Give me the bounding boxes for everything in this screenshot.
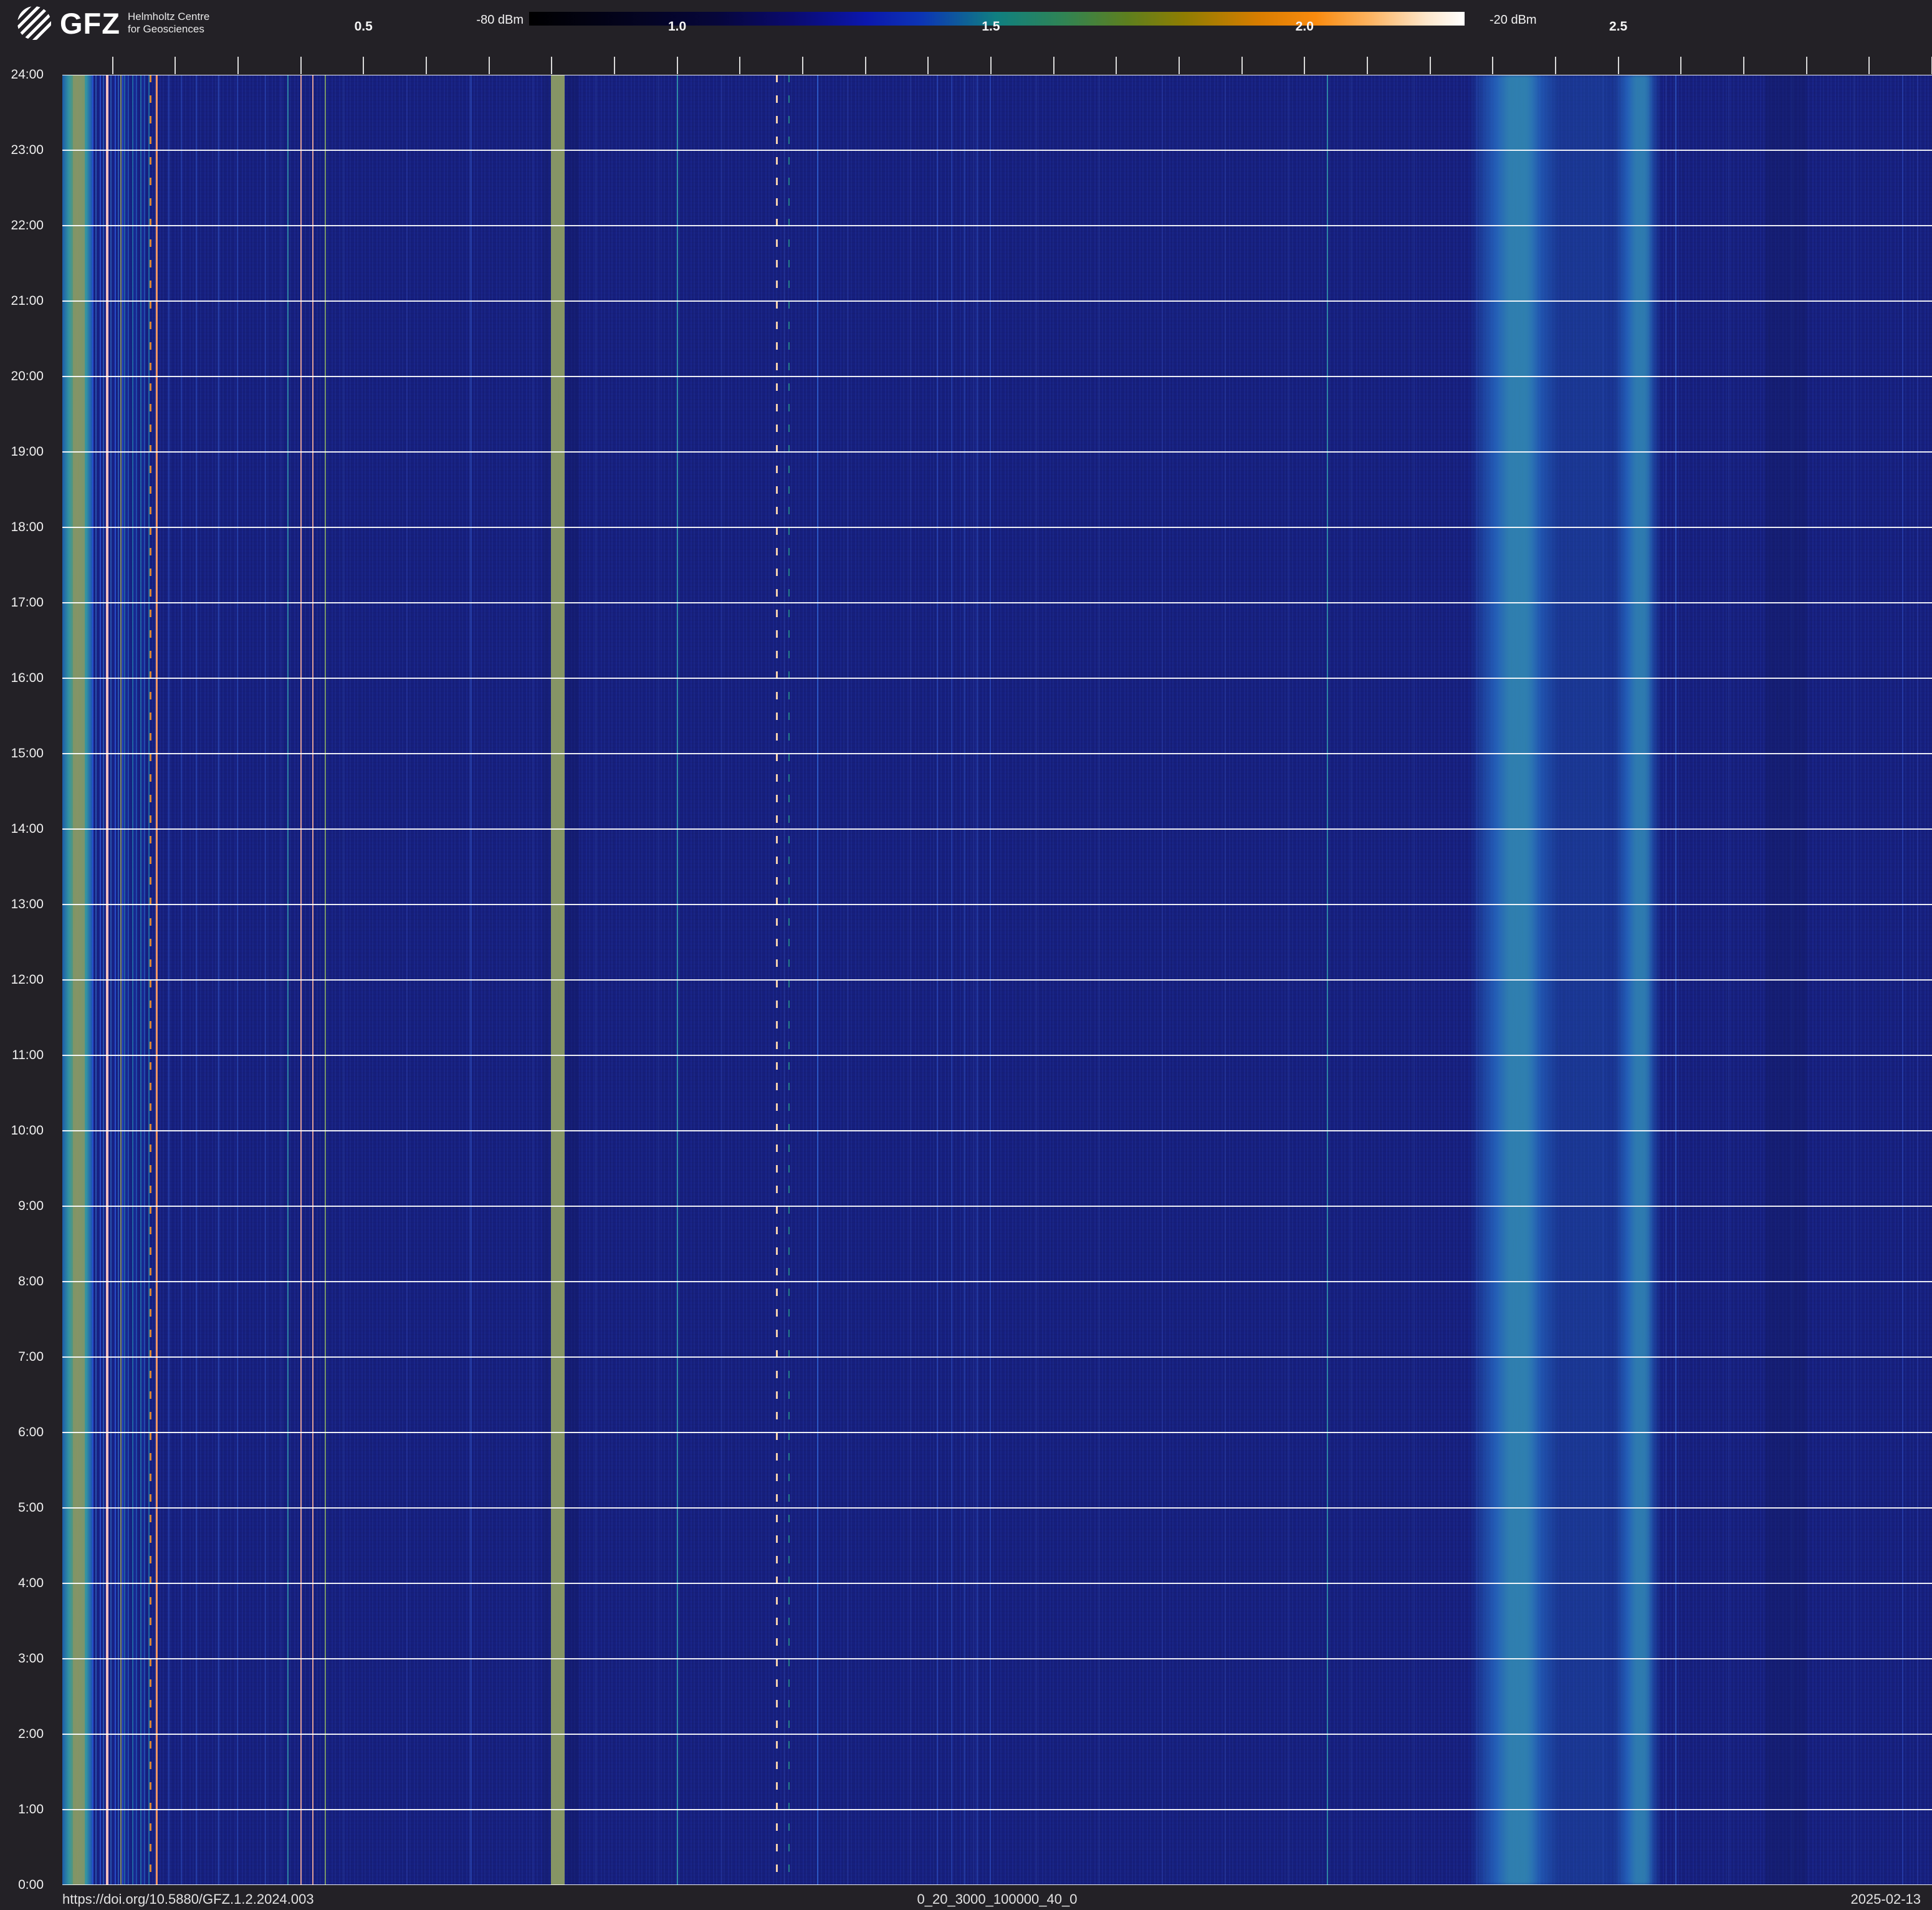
hour-gridline-20:00 <box>62 376 1932 377</box>
freq-tick-1.4 <box>927 57 929 74</box>
spectrogram-canvas <box>62 75 1932 1885</box>
plot-date: 2025-02-13 <box>1850 1891 1921 1908</box>
dataset-filename: 0_20_3000_100000_40_0 <box>62 1891 1932 1908</box>
freq-tick-1.7 <box>1116 57 1117 74</box>
freq-label-1.0: 1.0 <box>668 19 686 34</box>
time-label-23:00: 23:00 <box>11 143 44 158</box>
hour-gridline-5:00 <box>62 1507 1932 1509</box>
freq-tick-2.7 <box>1743 57 1744 74</box>
hour-gridline-11:00 <box>62 1055 1932 1056</box>
hour-gridline-22:00 <box>62 225 1932 226</box>
time-label-12:00: 12:00 <box>11 972 44 987</box>
time-label-6:00: 6:00 <box>18 1425 44 1440</box>
spectrogram-screen: GFZ Helmholtz Centre for Geosciences -80… <box>0 0 1932 1910</box>
time-label-2:00: 2:00 <box>18 1727 44 1742</box>
time-label-5:00: 5:00 <box>18 1500 44 1515</box>
freq-label-0.5: 0.5 <box>355 19 373 34</box>
time-label-9:00: 9:00 <box>18 1199 44 1214</box>
time-label-21:00: 21:00 <box>11 294 44 309</box>
freq-tick-2.8 <box>1806 57 1807 74</box>
hour-gridline-21:00 <box>62 300 1932 302</box>
footer: https://doi.org/10.5880/GFZ.1.2.2024.003… <box>0 1888 1932 1910</box>
freq-tick-0.8 <box>551 57 552 74</box>
freq-label-1.5: 1.5 <box>982 19 1000 34</box>
freq-tick-2.4 <box>1555 57 1556 74</box>
freq-tick-0.5 <box>363 57 364 74</box>
time-label-10:00: 10:00 <box>11 1123 44 1138</box>
hour-gridline-18:00 <box>62 527 1932 528</box>
freq-tick-1.6 <box>1053 57 1054 74</box>
time-label-24:00: 24:00 <box>11 67 44 82</box>
freq-tick-2.1 <box>1367 57 1368 74</box>
time-label-13:00: 13:00 <box>11 897 44 912</box>
freq-tick-1.8 <box>1179 57 1180 74</box>
freq-tick-1.2 <box>802 57 803 74</box>
time-label-22:00: 22:00 <box>11 218 44 233</box>
freq-tick-2.9 <box>1868 57 1870 74</box>
time-label-8:00: 8:00 <box>18 1274 44 1289</box>
time-label-15:00: 15:00 <box>11 746 44 761</box>
time-label-14:00: 14:00 <box>11 822 44 837</box>
freq-tick-2.3 <box>1492 57 1493 74</box>
hour-gridline-0:00 <box>62 1884 1932 1885</box>
time-label-1:00: 1:00 <box>18 1802 44 1817</box>
hour-gridline-2:00 <box>62 1734 1932 1735</box>
hour-gridline-1:00 <box>62 1809 1932 1810</box>
freq-tick-2.0 <box>1304 57 1305 74</box>
hour-gridline-17:00 <box>62 602 1932 603</box>
freq-tick-0.9 <box>614 57 615 74</box>
time-label-4:00: 4:00 <box>18 1576 44 1591</box>
time-label-19:00: 19:00 <box>11 444 44 459</box>
freq-tick-0.7 <box>489 57 490 74</box>
hour-gridline-23:00 <box>62 150 1932 151</box>
hour-gridline-16:00 <box>62 678 1932 679</box>
time-axis: 24:0023:0022:0021:0020:0019:0018:0017:00… <box>0 75 61 1885</box>
freq-label-2.5: 2.5 <box>1609 19 1627 34</box>
hour-gridline-10:00 <box>62 1130 1932 1131</box>
time-label-3:00: 3:00 <box>18 1651 44 1666</box>
time-label-11:00: 11:00 <box>12 1048 44 1063</box>
hour-gridline-12:00 <box>62 979 1932 981</box>
freq-label-2.0: 2.0 <box>1296 19 1314 34</box>
freq-tick-1.3 <box>865 57 866 74</box>
hour-gridline-13:00 <box>62 904 1932 905</box>
hour-gridline-4:00 <box>62 1583 1932 1584</box>
hour-gridline-9:00 <box>62 1206 1932 1207</box>
hour-gridline-8:00 <box>62 1281 1932 1282</box>
time-label-20:00: 20:00 <box>11 369 44 384</box>
hour-gridline-6:00 <box>62 1432 1932 1433</box>
time-label-17:00: 17:00 <box>11 595 44 610</box>
freq-tick-0.2 <box>175 57 176 74</box>
gfz-logo-icon <box>17 6 51 40</box>
time-label-18:00: 18:00 <box>11 520 44 535</box>
freq-tick-1.0 <box>677 57 678 74</box>
hour-gridline-14:00 <box>62 828 1932 830</box>
freq-tick-0.4 <box>300 57 302 74</box>
freq-tick-2.2 <box>1430 57 1431 74</box>
hour-gridline-7:00 <box>62 1356 1932 1358</box>
freq-tick-0.3 <box>237 57 239 74</box>
freq-tick-0.6 <box>426 57 427 74</box>
freq-tick-1.5 <box>990 57 992 74</box>
time-label-7:00: 7:00 <box>18 1350 44 1365</box>
frequency-axis: 0.5 1.0 1.5 2.0 2.5 <box>62 0 1932 75</box>
freq-tick-0.1 <box>112 57 113 74</box>
hour-gridline-15:00 <box>62 753 1932 754</box>
freq-tick-1.1 <box>739 57 740 74</box>
hour-gridline-19:00 <box>62 451 1932 453</box>
hour-gridline-3:00 <box>62 1658 1932 1659</box>
freq-tick-1.9 <box>1241 57 1243 74</box>
freq-tick-2.5 <box>1618 57 1619 74</box>
freq-tick-2.6 <box>1680 57 1681 74</box>
time-label-16:00: 16:00 <box>11 671 44 686</box>
